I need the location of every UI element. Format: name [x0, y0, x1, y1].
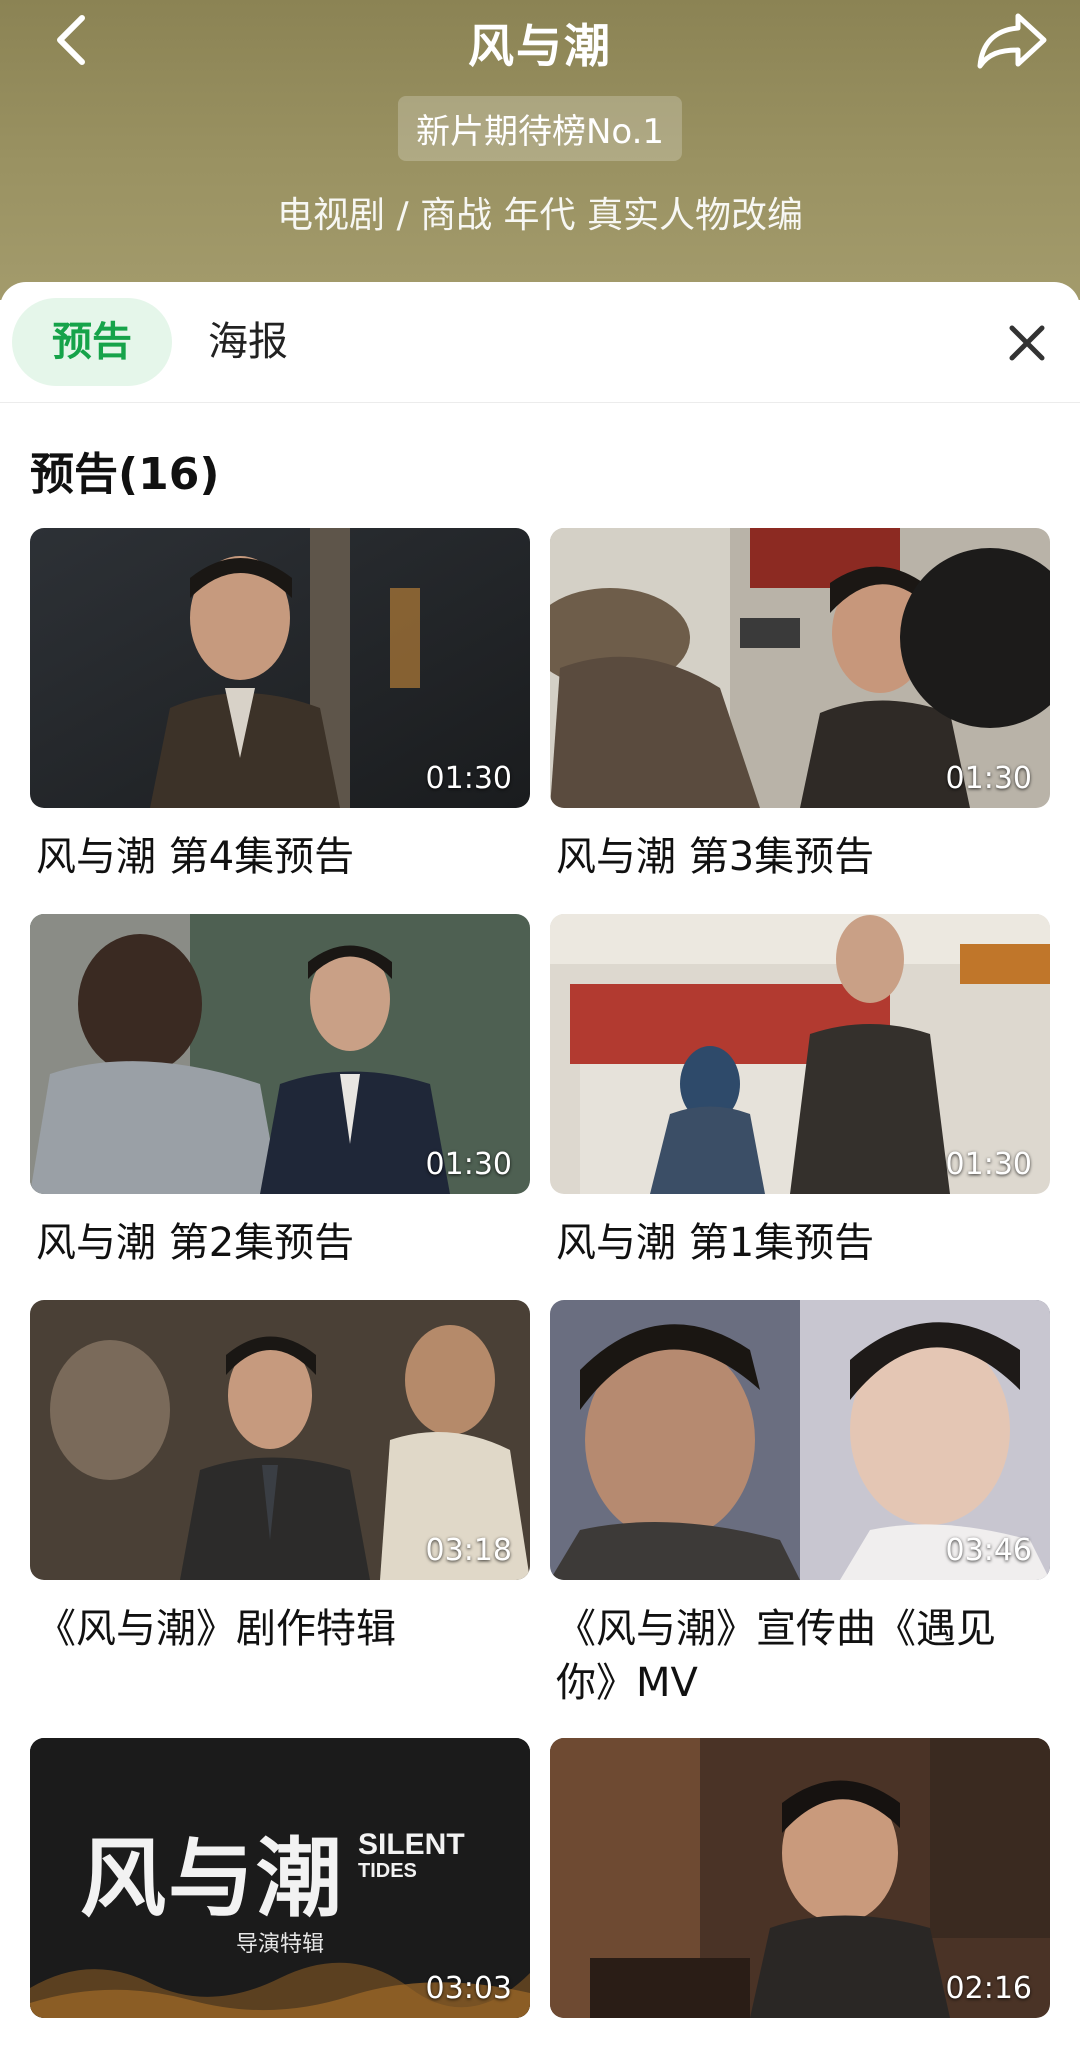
video-card[interactable]: 01:30 风与潮 第2集预告 [30, 914, 530, 1270]
video-title[interactable]: 《风与潮》宣传曲《遇见你》MV [550, 1602, 1050, 1710]
thumbnail-subtitle: 导演特辑 [235, 1932, 324, 1957]
video-thumbnail[interactable]: 01:30 [550, 914, 1050, 1194]
video-title[interactable]: 《风与潮》剧作特辑 [30, 1602, 530, 1656]
thumbnail-title-cn: 风与潮 [80, 1828, 344, 1929]
ranking-badge[interactable]: 新片期待榜No.1 [397, 96, 683, 161]
header-banner: 风与潮 新片期待榜No.1 电视剧 / 商战 年代 真实人物改编 [0, 0, 1080, 300]
share-button[interactable] [974, 6, 1050, 72]
video-title[interactable]: 风与潮 第1集预告 [550, 1216, 1050, 1270]
video-card[interactable]: 风与潮 SILENT TIDES 导演特辑 03:03 [30, 1738, 530, 2018]
video-duration: 03:46 [945, 1533, 1032, 1568]
thumbnail-title-en-2: TIDES [358, 1860, 417, 1882]
close-button[interactable] [1002, 318, 1052, 368]
video-title[interactable]: 风与潮 第3集预告 [550, 830, 1050, 884]
video-thumbnail[interactable]: 02:16 [550, 1738, 1050, 2018]
close-icon [1009, 325, 1045, 361]
page-title: 风与潮 [468, 19, 612, 73]
video-thumbnail[interactable]: 01:30 [30, 528, 530, 808]
thumbnail-title-en-1: SILENT [358, 1828, 465, 1861]
genre-tags: 电视剧 / 商战 年代 真实人物改编 [277, 195, 803, 236]
video-duration: 02:16 [945, 1971, 1032, 2006]
share-icon [977, 13, 1047, 69]
video-card[interactable]: 03:46 《风与潮》宣传曲《遇见你》MV [550, 1300, 1050, 1710]
tab-trailers[interactable]: 预告 [12, 298, 172, 386]
video-title[interactable]: 风与潮 第4集预告 [30, 830, 530, 884]
video-duration: 03:18 [425, 1533, 512, 1568]
video-title[interactable]: 风与潮 第2集预告 [30, 1216, 530, 1270]
video-thumbnail[interactable]: 01:30 [550, 528, 1050, 808]
section-title: 预告(16) [30, 449, 220, 500]
video-duration: 01:30 [945, 1147, 1032, 1182]
video-card[interactable]: 01:30 风与潮 第1集预告 [550, 914, 1050, 1270]
video-card[interactable]: 03:18 《风与潮》剧作特辑 [30, 1300, 530, 1656]
video-thumbnail[interactable]: 风与潮 SILENT TIDES 导演特辑 03:03 [30, 1738, 530, 2018]
tab-posters[interactable]: 海报 [208, 298, 288, 386]
video-duration: 01:30 [945, 761, 1032, 796]
video-duration: 03:03 [425, 1971, 512, 2006]
video-thumbnail[interactable]: 03:46 [550, 1300, 1050, 1580]
video-duration: 01:30 [425, 1147, 512, 1182]
trailer-panel: 预告 海报 预告(16) 01:30 风与潮 第4集预告 01:30 风与潮 第… [0, 282, 1080, 2052]
video-duration: 01:30 [425, 761, 512, 796]
video-card[interactable]: 01:30 风与潮 第4集预告 [30, 528, 530, 884]
video-thumbnail[interactable]: 03:18 [30, 1300, 530, 1580]
video-card[interactable]: 02:16 [550, 1738, 1050, 2018]
video-card[interactable]: 01:30 风与潮 第3集预告 [550, 528, 1050, 884]
tab-bar: 预告 海报 [0, 282, 1080, 403]
video-thumbnail[interactable]: 01:30 [30, 914, 530, 1194]
